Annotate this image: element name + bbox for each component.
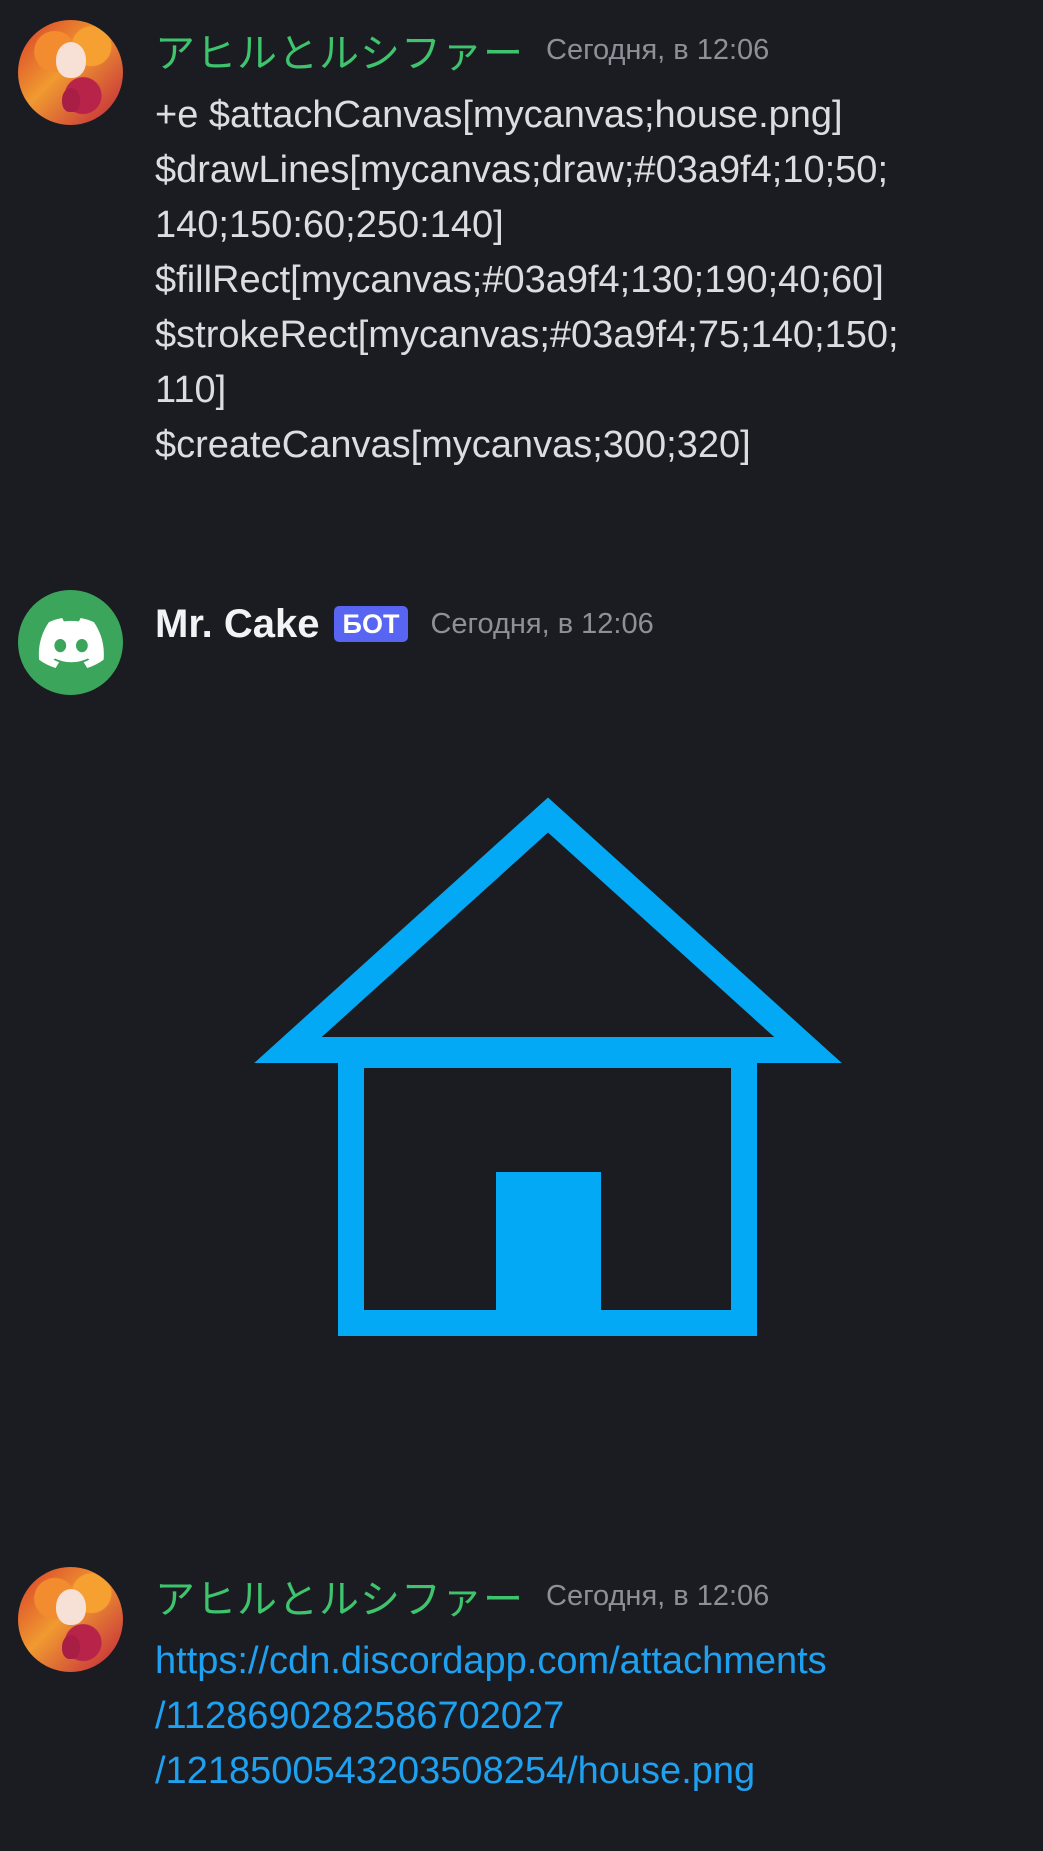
code-line: $createCanvas[mycanvas;300;320] [155,424,751,466]
message-content: https://cdn.discordapp.com/attachments /… [155,1634,1035,1799]
username[interactable]: アヒルとルシファー [155,1567,524,1625]
message-header: アヒルとルシファー Сегодня, в 12:06 [155,22,769,78]
code-line: 110] [155,369,227,411]
code-line: +e $attachCanvas[mycanvas;house.png] [155,94,843,136]
attachment-link[interactable]: https://cdn.discordapp.com/attachments [155,1634,1035,1689]
username[interactable]: アヒルとルシファー [155,21,524,79]
attachment-link[interactable]: /1128690282586702027 [155,1689,1035,1744]
code-line: $strokeRect[mycanvas;#03a9f4;75;140;150; [155,314,899,356]
bot-username[interactable]: Mr. Cake [155,602,320,647]
code-line: $fillRect[mycanvas;#03a9f4;130;190;40;60… [155,259,884,301]
timestamp: Сегодня, в 12:06 [546,33,770,66]
message-header: アヒルとルシファー Сегодня, в 12:06 [155,1568,769,1624]
image-attachment[interactable] [210,780,850,1380]
message-header: Mr. Cake БОТ Сегодня, в 12:06 [155,596,654,652]
user-avatar[interactable] [18,20,123,125]
discord-logo-icon [38,617,104,668]
house-drawing [254,797,842,1336]
code-line: 140;150:60;250:140] [155,204,504,246]
bot-avatar[interactable] [18,590,123,695]
bot-badge: БОТ [333,606,409,642]
message-content: +e $attachCanvas[mycanvas;house.png] $dr… [155,88,1035,473]
user-avatar[interactable] [18,1567,123,1672]
attachment-link[interactable]: /1218500543203508254/house.png [155,1744,1035,1799]
timestamp: Сегодня, в 12:06 [546,1579,770,1612]
house-door [496,1172,601,1330]
code-line: $drawLines[mycanvas;draw;#03a9f4;10;50; [155,149,889,191]
house-roof [254,797,842,1063]
timestamp: Сегодня, в 12:06 [430,607,654,640]
